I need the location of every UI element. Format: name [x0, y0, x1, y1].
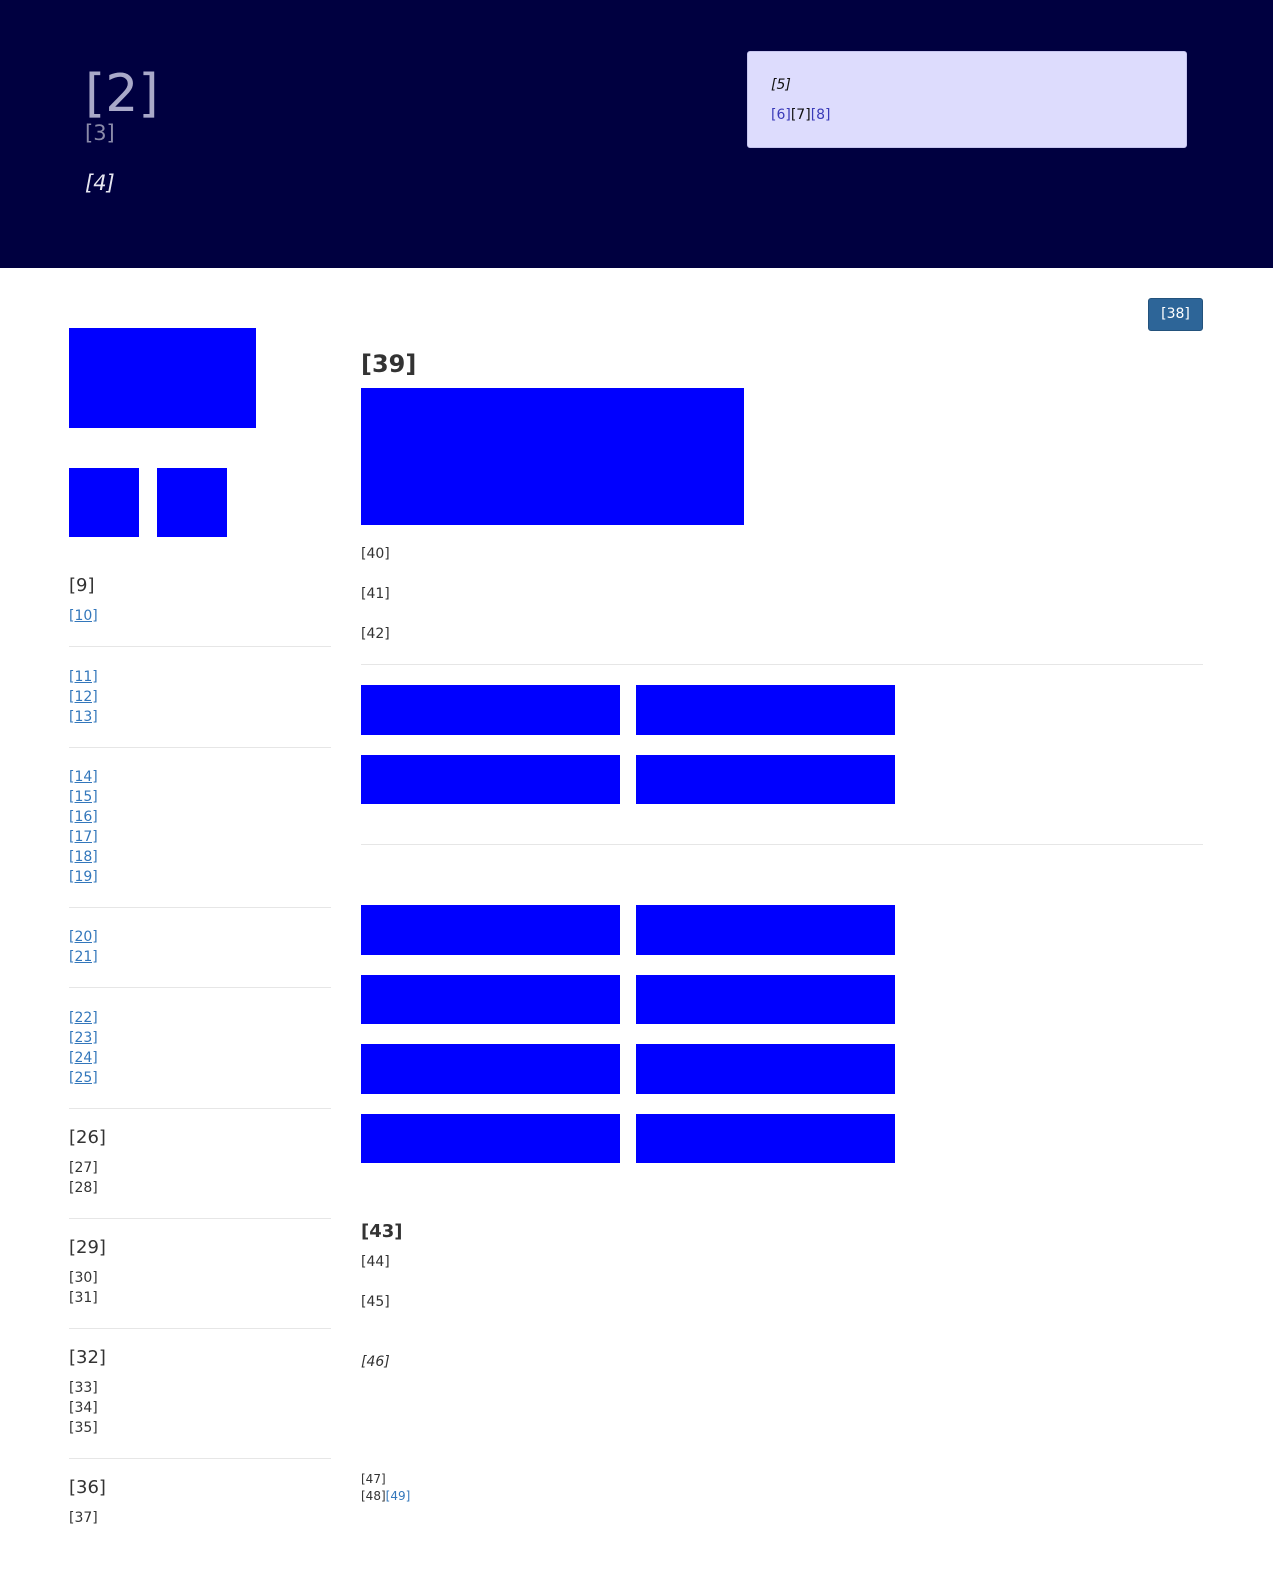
banner-image[interactable] [361, 755, 620, 804]
top-action-button[interactable]: [38] [1148, 298, 1203, 331]
sidebar-divider [69, 907, 331, 908]
header-notice-box: [5] [6][7][8] [747, 51, 1187, 148]
sidebar-link[interactable]: [25] [69, 1069, 98, 1087]
main-paragraph: [42] [361, 626, 390, 642]
footer-link[interactable]: [49] [386, 1489, 411, 1503]
banner-image[interactable] [361, 1114, 620, 1163]
notice-link-1[interactable]: [6] [771, 107, 791, 123]
sidebar-link[interactable]: [19] [69, 868, 98, 886]
sidebar-heading: [26] [69, 1127, 106, 1148]
banner-image[interactable] [361, 1044, 620, 1094]
banner-image[interactable] [636, 905, 895, 955]
banner-image[interactable] [636, 975, 895, 1024]
notice-link-2[interactable]: [8] [811, 107, 831, 123]
sidebar-heading: [29] [69, 1237, 106, 1258]
banner-image[interactable] [636, 1114, 895, 1163]
sidebar-link[interactable]: [16] [69, 808, 98, 826]
sidebar-divider [69, 987, 331, 988]
sidebar-link[interactable]: [18] [69, 848, 98, 866]
page-title: [39] [361, 350, 417, 378]
main-paragraph: [45] [361, 1294, 390, 1310]
sidebar-text: [33] [69, 1380, 98, 1396]
sidebar-heading: [36] [69, 1477, 106, 1498]
sidebar-divider [69, 646, 331, 647]
sidebar-link[interactable]: [24] [69, 1049, 98, 1067]
sidebar-banner-image[interactable] [69, 328, 256, 428]
sidebar-heading: [9] [69, 575, 95, 596]
sidebar-divider [69, 1108, 331, 1109]
sidebar-text: [27] [69, 1160, 98, 1176]
sidebar-divider [69, 1458, 331, 1459]
sidebar-text: [37] [69, 1510, 98, 1526]
sidebar-badge-image-2[interactable] [157, 468, 227, 537]
sidebar-link[interactable]: [17] [69, 828, 98, 846]
sidebar-text: [30] [69, 1270, 98, 1286]
main-divider [361, 664, 1203, 665]
sidebar-text: [35] [69, 1420, 98, 1436]
footer-line: [47] [361, 1472, 386, 1486]
footer-text: [48] [361, 1489, 386, 1503]
main-paragraph: [44] [361, 1254, 390, 1270]
section-heading: [43] [361, 1221, 403, 1242]
sidebar-link[interactable]: [14] [69, 768, 98, 786]
sidebar-divider [69, 1218, 331, 1219]
main-hero-image[interactable] [361, 388, 744, 525]
main-paragraph: [40] [361, 546, 390, 562]
sidebar-text: [28] [69, 1180, 98, 1196]
sidebar-divider [69, 747, 331, 748]
sidebar-badge-image-1[interactable] [69, 468, 139, 537]
banner-image[interactable] [361, 685, 620, 735]
sidebar-link[interactable]: [13] [69, 708, 98, 726]
main-divider [361, 844, 1203, 845]
banner-image[interactable] [636, 755, 895, 804]
sidebar-link[interactable]: [10] [69, 607, 98, 625]
sidebar-link[interactable]: [20] [69, 928, 98, 946]
banner-image[interactable] [361, 975, 620, 1024]
sidebar-link[interactable]: [23] [69, 1029, 98, 1047]
sidebar-link[interactable]: [21] [69, 948, 98, 966]
notice-text: [5] [771, 77, 791, 93]
sidebar-divider [69, 1328, 331, 1329]
sidebar-link[interactable]: [15] [69, 788, 98, 806]
banner-image[interactable] [636, 1044, 895, 1094]
site-subtitle: [3] [85, 121, 115, 145]
banner-image[interactable] [636, 685, 895, 735]
sidebar-link[interactable]: [12] [69, 688, 98, 706]
site-header: [2] [3] [4] [5] [6][7][8] [0, 0, 1273, 268]
main-paragraph: [41] [361, 586, 390, 602]
main-note: [46] [361, 1354, 390, 1370]
site-tagline: [4] [85, 171, 115, 195]
footer-line: [48][49] [361, 1488, 410, 1504]
sidebar-link[interactable]: [11] [69, 668, 98, 686]
notice-separator: [7] [790, 107, 811, 123]
sidebar-text: [31] [69, 1290, 98, 1306]
site-title: [2] [85, 64, 159, 124]
banner-image[interactable] [361, 905, 620, 955]
notice-links: [6][7][8] [771, 106, 831, 124]
sidebar-text: [34] [69, 1400, 98, 1416]
sidebar-link[interactable]: [22] [69, 1009, 98, 1027]
sidebar-heading: [32] [69, 1347, 106, 1368]
